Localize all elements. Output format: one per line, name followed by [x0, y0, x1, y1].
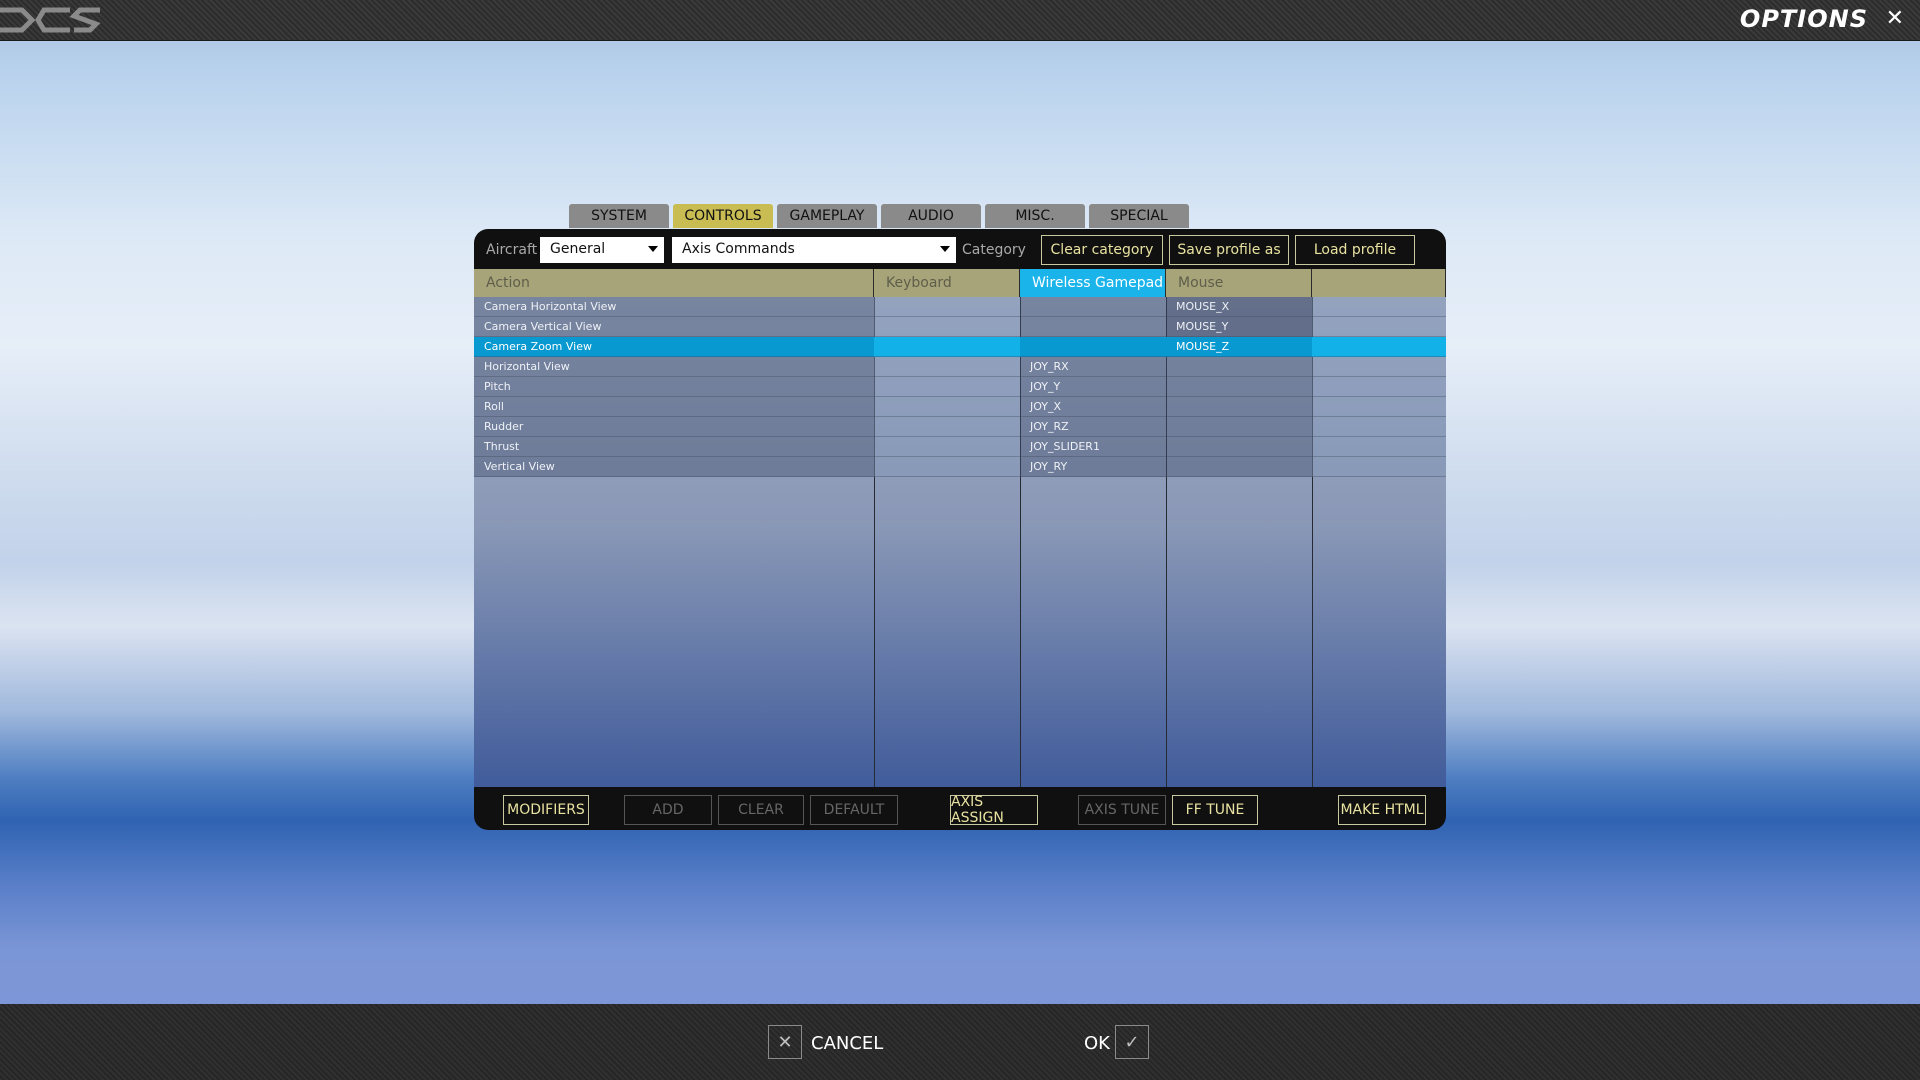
keyboard-cell[interactable]: [874, 317, 1020, 337]
aircraft-select-value: General: [550, 241, 606, 257]
extra-cell[interactable]: [1312, 357, 1446, 377]
mouse-cell[interactable]: [1166, 457, 1312, 477]
checkmark-icon[interactable]: ✓: [1115, 1025, 1149, 1059]
options-tabs: SYSTEM CONTROLS GAMEPLAY AUDIO MISC. SPE…: [569, 204, 1189, 228]
extra-cell[interactable]: [1312, 457, 1446, 477]
table-row[interactable]: Camera Vertical View MOUSE_Y: [474, 317, 1446, 337]
mouse-cell[interactable]: [1166, 397, 1312, 417]
column-header-keyboard[interactable]: Keyboard: [874, 269, 1020, 297]
window-title: OPTIONS: [1739, 5, 1868, 33]
extra-cell[interactable]: [1312, 297, 1446, 317]
column-header-extra[interactable]: [1312, 269, 1446, 297]
controls-panel: Aircraft General Axis Commands Category …: [474, 229, 1446, 830]
gamepad-cell[interactable]: JOY_RX: [1020, 357, 1166, 377]
mouse-cell[interactable]: [1166, 437, 1312, 457]
axis-tune-button[interactable]: AXIS TUNE: [1078, 795, 1166, 825]
extra-cell[interactable]: [1312, 377, 1446, 397]
x-icon[interactable]: ✕: [768, 1025, 802, 1059]
table-row[interactable]: Roll JOY_X: [474, 397, 1446, 417]
table-row[interactable]: Horizontal View JOY_RX: [474, 357, 1446, 377]
make-html-button[interactable]: MAKE HTML: [1338, 795, 1426, 825]
bindings-grid: Action Keyboard Wireless Gamepad F Mouse…: [474, 269, 1446, 787]
close-icon[interactable]: ✕: [1886, 6, 1904, 31]
modifiers-button[interactable]: MODIFIERS: [503, 795, 589, 825]
keyboard-cell[interactable]: [874, 417, 1020, 437]
table-row[interactable]: Rudder JOY_RZ: [474, 417, 1446, 437]
keyboard-cell[interactable]: [874, 457, 1020, 477]
table-row[interactable]: Pitch JOY_Y: [474, 377, 1446, 397]
action-cell[interactable]: Vertical View: [474, 457, 874, 477]
gamepad-cell[interactable]: [1020, 337, 1166, 357]
dcs-logo: [0, 7, 101, 33]
keyboard-cell[interactable]: [874, 377, 1020, 397]
keyboard-cell[interactable]: [874, 437, 1020, 457]
column-header-gamepad[interactable]: Wireless Gamepad F: [1020, 269, 1166, 297]
clear-category-button[interactable]: Clear category: [1041, 235, 1163, 265]
category-label: Category: [962, 242, 1026, 258]
action-cell[interactable]: Camera Horizontal View: [474, 297, 874, 317]
tab-audio[interactable]: AUDIO: [881, 204, 981, 228]
tab-special[interactable]: SPECIAL: [1089, 204, 1189, 228]
default-button[interactable]: DEFAULT: [810, 795, 898, 825]
keyboard-cell[interactable]: [874, 357, 1020, 377]
category-select[interactable]: Axis Commands: [672, 237, 956, 263]
mouse-cell[interactable]: [1166, 357, 1312, 377]
tab-controls[interactable]: CONTROLS: [673, 204, 773, 228]
extra-cell[interactable]: [1312, 417, 1446, 437]
table-row[interactable]: Camera Horizontal View MOUSE_X: [474, 297, 1446, 317]
mouse-cell[interactable]: MOUSE_Z: [1166, 337, 1312, 357]
add-button[interactable]: ADD: [624, 795, 712, 825]
gamepad-cell[interactable]: JOY_RZ: [1020, 417, 1166, 437]
load-profile-button[interactable]: Load profile: [1295, 235, 1415, 265]
mouse-cell[interactable]: MOUSE_X: [1166, 297, 1312, 317]
action-cell[interactable]: Pitch: [474, 377, 874, 397]
extra-cell[interactable]: [1312, 397, 1446, 417]
aircraft-select[interactable]: General: [540, 237, 664, 263]
action-cell[interactable]: Rudder: [474, 417, 874, 437]
clear-button[interactable]: CLEAR: [718, 795, 804, 825]
gamepad-cell[interactable]: JOY_SLIDER1: [1020, 437, 1166, 457]
controls-toolbar: Aircraft General Axis Commands Category …: [474, 229, 1446, 269]
tab-gameplay[interactable]: GAMEPLAY: [777, 204, 877, 228]
gamepad-cell[interactable]: JOY_X: [1020, 397, 1166, 417]
extra-cell[interactable]: [1312, 437, 1446, 457]
table-row-selected[interactable]: Camera Zoom View MOUSE_Z: [474, 337, 1446, 357]
action-cell[interactable]: Roll: [474, 397, 874, 417]
category-select-value: Axis Commands: [682, 241, 795, 257]
column-header-mouse[interactable]: Mouse: [1166, 269, 1312, 297]
mouse-cell[interactable]: [1166, 377, 1312, 397]
ok-button[interactable]: OK: [1084, 1033, 1110, 1054]
mouse-cell[interactable]: MOUSE_Y: [1166, 317, 1312, 337]
extra-cell[interactable]: [1312, 337, 1446, 357]
table-row[interactable]: Vertical View JOY_RY: [474, 457, 1446, 477]
table-row[interactable]: Thrust JOY_SLIDER1: [474, 437, 1446, 457]
gamepad-cell[interactable]: [1020, 317, 1166, 337]
action-cell[interactable]: Thrust: [474, 437, 874, 457]
aircraft-label: Aircraft: [486, 242, 538, 258]
action-cell[interactable]: Camera Vertical View: [474, 317, 874, 337]
gamepad-cell[interactable]: JOY_Y: [1020, 377, 1166, 397]
action-cell[interactable]: Camera Zoom View: [474, 337, 874, 357]
cancel-button[interactable]: CANCEL: [811, 1033, 883, 1054]
footer-bar: ✕ CANCEL OK ✓: [0, 1004, 1920, 1080]
extra-cell[interactable]: [1312, 317, 1446, 337]
mouse-cell[interactable]: [1166, 417, 1312, 437]
axis-assign-button[interactable]: AXIS ASSIGN: [950, 794, 1038, 826]
action-cell[interactable]: Horizontal View: [474, 357, 874, 377]
gamepad-cell[interactable]: [1020, 297, 1166, 317]
tab-system[interactable]: SYSTEM: [569, 204, 669, 228]
keyboard-cell[interactable]: [874, 337, 1020, 357]
top-bar: OPTIONS ✕: [0, 0, 1920, 41]
keyboard-cell[interactable]: [874, 397, 1020, 417]
keyboard-cell[interactable]: [874, 297, 1020, 317]
column-header-action[interactable]: Action: [474, 269, 874, 297]
chevron-down-icon: [940, 246, 950, 252]
gamepad-cell[interactable]: JOY_RY: [1020, 457, 1166, 477]
chevron-down-icon: [648, 246, 658, 252]
save-profile-button[interactable]: Save profile as: [1169, 235, 1289, 265]
tab-misc[interactable]: MISC.: [985, 204, 1085, 228]
ff-tune-button[interactable]: FF TUNE: [1172, 795, 1258, 825]
